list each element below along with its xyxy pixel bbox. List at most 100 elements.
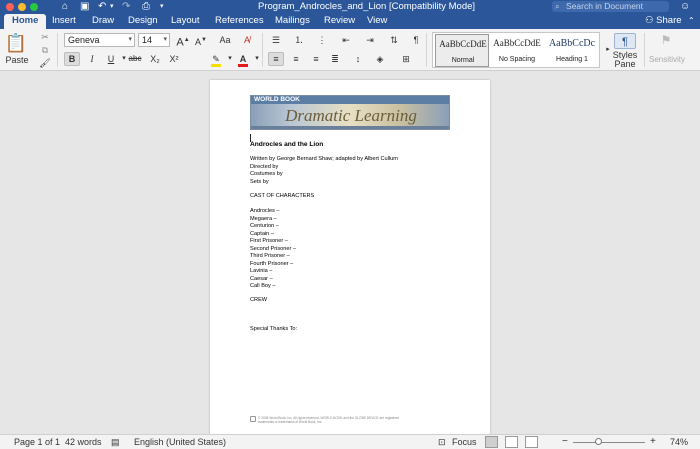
clear-formatting-icon[interactable]: A̸ xyxy=(239,33,255,47)
document-heading: Androcles and the Lion xyxy=(250,141,324,148)
proofing-icon[interactable]: ▤ xyxy=(111,435,120,449)
special-thanks-line: Special Thanks To: xyxy=(250,326,298,332)
tab-layout[interactable]: Layout xyxy=(171,14,200,29)
redo-icon[interactable]: ↷ xyxy=(122,0,130,14)
search-placeholder: Search in Document xyxy=(566,1,644,11)
line-spacing-icon[interactable]: ↕ xyxy=(350,52,366,66)
document-canvas[interactable]: WORLD BOOK Dramatic Learning Androcles a… xyxy=(0,72,700,440)
style-name: Normal xyxy=(451,57,475,64)
zoom-out-button[interactable]: − xyxy=(562,435,568,449)
zoom-window-button[interactable] xyxy=(30,3,38,11)
cast-line: Megaera – xyxy=(250,215,277,222)
style-preview: AaBbCcDc xyxy=(548,38,596,49)
ribbon-tabs: Home Insert Draw Design Layout Reference… xyxy=(0,14,700,29)
save-icon[interactable]: ▣ xyxy=(80,0,89,14)
tab-review[interactable]: Review xyxy=(324,14,355,29)
home-icon[interactable]: ⌂ xyxy=(62,0,68,14)
bullets-icon[interactable]: ☰ xyxy=(268,33,284,47)
shading-icon[interactable]: ◈ xyxy=(372,52,388,66)
minimize-window-button[interactable] xyxy=(18,3,26,11)
style-heading-1[interactable]: AaBbCcDc Heading 1 xyxy=(545,34,599,67)
decrease-indent-icon[interactable]: ⇤ xyxy=(338,33,354,47)
focus-icon[interactable]: ⊡ xyxy=(438,435,446,449)
style-preview: AaBbCcDdE xyxy=(439,39,487,49)
shrink-font-button[interactable]: A▼ xyxy=(193,33,209,47)
credit-line: Sets by xyxy=(250,178,269,185)
font-name-dropdown[interactable]: Geneva ▾ xyxy=(64,33,135,47)
subscript-button[interactable]: X₂ xyxy=(147,52,163,66)
web-layout-view-icon[interactable] xyxy=(525,436,538,448)
bold-button[interactable]: B xyxy=(64,52,80,66)
focus-button[interactable]: Focus xyxy=(452,435,477,449)
credit-line: Costumes by xyxy=(250,171,283,177)
undo-dropdown-icon[interactable]: ▾ xyxy=(110,0,114,14)
cast-line: Call Boy – xyxy=(250,283,276,289)
tab-home[interactable]: Home xyxy=(4,14,47,29)
banner-title: Dramatic Learning xyxy=(285,106,417,125)
style-name: No Spacing xyxy=(498,56,536,63)
page-count[interactable]: Page 1 of 1 xyxy=(14,435,60,449)
zoom-percentage[interactable]: 74% xyxy=(670,435,688,449)
cast-heading: CAST OF CHARACTERS xyxy=(250,193,315,199)
show-paragraph-marks-icon[interactable]: ¶ xyxy=(408,33,424,47)
search-input[interactable]: ⌕ Search in Document xyxy=(552,1,669,12)
document-page[interactable]: WORLD BOOK Dramatic Learning Androcles a… xyxy=(210,80,490,440)
change-case-icon[interactable]: Aa xyxy=(217,33,233,47)
word-count[interactable]: 42 words xyxy=(65,435,102,449)
cut-icon[interactable]: ✂ xyxy=(37,30,53,44)
styles-pane-label[interactable]: Styles Pane xyxy=(610,51,640,69)
styles-gallery: AaBbCcDdE Normal AaBbCcDdE No Spacing Aa… xyxy=(432,32,600,68)
close-window-button[interactable] xyxy=(6,3,14,11)
paste-icon[interactable]: 📋 xyxy=(4,32,28,54)
tab-references[interactable]: References xyxy=(215,14,264,29)
font-size-dropdown[interactable]: 14 ▾ xyxy=(138,33,170,47)
credit-line: Directed by xyxy=(250,163,279,170)
style-preview: AaBbCcDdE xyxy=(493,38,541,48)
feedback-smiley-icon[interactable]: ☺ xyxy=(680,0,690,14)
borders-icon[interactable]: ⊞ xyxy=(398,52,414,66)
zoom-in-button[interactable]: + xyxy=(650,435,656,449)
ribbon: 📋 Paste ✂ ⧉ 🖌 Geneva ▾ 14 ▾ A▲ A▼ Aa A̸ B … xyxy=(0,29,700,71)
align-left-button[interactable]: ≡ xyxy=(268,52,284,66)
language-indicator[interactable]: English (United States) xyxy=(134,435,226,449)
tab-insert[interactable]: Insert xyxy=(52,14,76,29)
tab-view[interactable]: View xyxy=(367,14,387,29)
italic-button[interactable]: I xyxy=(84,52,100,66)
justify-icon[interactable]: ≣ xyxy=(327,52,343,66)
numbering-icon[interactable]: ⒈ xyxy=(291,33,307,47)
zoom-slider-thumb[interactable] xyxy=(594,438,602,445)
collapse-ribbon-icon[interactable]: ⌃ xyxy=(688,14,695,29)
strikethrough-button[interactable]: abc xyxy=(127,52,143,66)
customize-toolbar-icon[interactable]: ▾ xyxy=(160,0,164,14)
tab-design[interactable]: Design xyxy=(128,14,158,29)
undo-icon[interactable]: ↶ xyxy=(98,0,106,14)
style-normal[interactable]: AaBbCcDdE Normal xyxy=(435,34,489,67)
multilevel-list-icon[interactable]: ⋮ xyxy=(314,33,330,47)
styles-pane-icon[interactable]: ¶ xyxy=(614,33,636,49)
tab-mailings[interactable]: Mailings xyxy=(275,14,310,29)
paste-label[interactable]: Paste xyxy=(2,55,32,65)
superscript-button[interactable]: X² xyxy=(166,52,182,66)
tab-draw[interactable]: Draw xyxy=(92,14,114,29)
search-icon: ⌕ xyxy=(555,2,560,11)
format-painter-icon[interactable]: 🖌 xyxy=(37,56,53,70)
sensitivity-icon[interactable]: ⚑ xyxy=(655,33,677,47)
legal-footer-text: © 2008 World Book, Inc. All rights reser… xyxy=(258,416,400,424)
cast-line: Fourth Prisoner – xyxy=(250,260,294,267)
print-layout-view-icon[interactable] xyxy=(485,436,498,448)
sensitivity-label[interactable]: Sensitivity xyxy=(646,55,688,64)
style-no-spacing[interactable]: AaBbCcDdE No Spacing xyxy=(490,34,544,67)
grow-font-button[interactable]: A▲ xyxy=(175,33,191,49)
zoom-slider[interactable] xyxy=(573,442,645,443)
copy-icon[interactable]: ⧉ xyxy=(37,43,53,57)
read-mode-view-icon[interactable] xyxy=(505,436,518,448)
chevron-down-icon: ▾ xyxy=(163,36,167,43)
sort-icon[interactable]: ⇅ xyxy=(386,33,402,47)
align-right-icon[interactable]: ≡ xyxy=(308,52,324,66)
cast-line: Captain – xyxy=(250,230,274,237)
cast-line: First Prisoner – xyxy=(250,238,288,244)
align-center-icon[interactable]: ≡ xyxy=(288,52,304,66)
share-button[interactable]: ⚇ Share xyxy=(645,14,682,29)
print-icon[interactable]: ⎙ xyxy=(142,0,150,14)
increase-indent-icon[interactable]: ⇥ xyxy=(362,33,378,47)
